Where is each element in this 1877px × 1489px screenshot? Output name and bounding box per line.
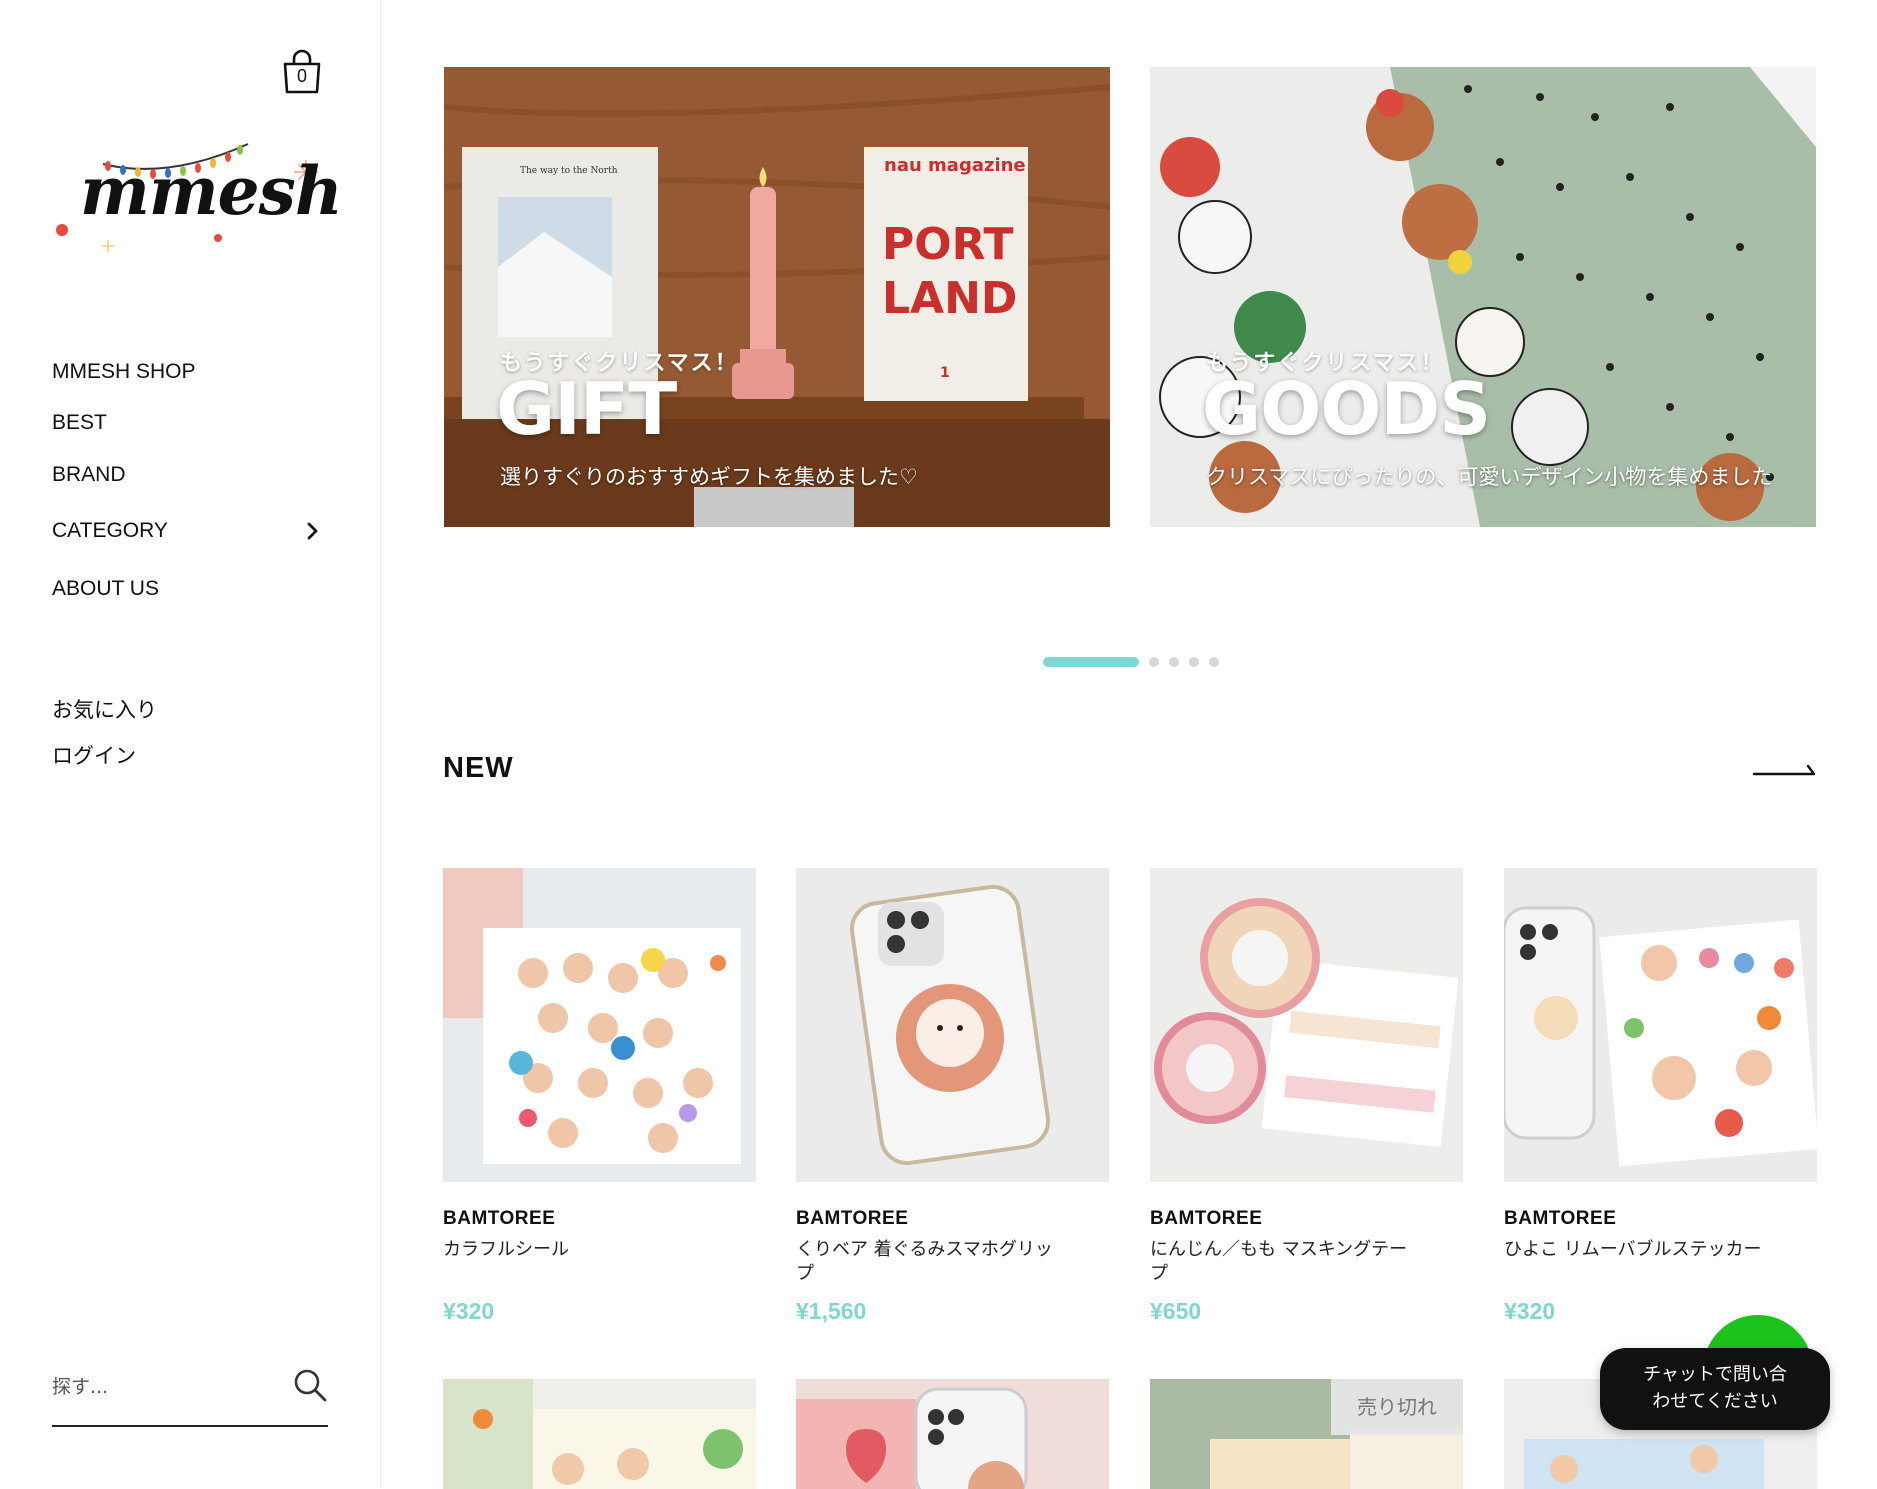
- product-brand: BAMTOREE: [796, 1208, 909, 1229]
- section-title-new: NEW: [443, 752, 514, 784]
- search-input[interactable]: [52, 1367, 272, 1407]
- logo[interactable]: mmesh: [48, 130, 343, 260]
- carousel-dot-2[interactable]: [1149, 657, 1159, 667]
- login-link[interactable]: ログイン: [52, 740, 136, 770]
- product-price: ¥320: [443, 1298, 495, 1324]
- nav-item-category-label: CATEGORY: [52, 519, 168, 542]
- banner-goods-title: GOODS: [1202, 367, 1491, 451]
- nav-item-best[interactable]: BEST: [52, 411, 107, 435]
- gift-banner-image: nau magazine PORT LAND 1 The way to the …: [444, 67, 1110, 527]
- nav-item-brand[interactable]: BRAND: [52, 463, 126, 487]
- book-right-title-2: LAND: [882, 273, 1017, 324]
- product-image: [1504, 868, 1817, 1182]
- book-right-title-1: PORT: [882, 219, 1014, 270]
- product-price: ¥320: [1504, 1298, 1556, 1324]
- chat-button-label: チャットで問い合 わせてください: [1600, 1361, 1830, 1415]
- book-right-header: nau magazine: [884, 155, 1026, 176]
- product-name[interactable]: カラフルシール: [443, 1238, 713, 1262]
- goods-banner-image: [1150, 67, 1816, 527]
- chat-button[interactable]: チャットで問い合 わせてください: [1600, 1348, 1830, 1430]
- favorites-link[interactable]: お気に入り: [52, 694, 157, 724]
- product-brand: BAMTOREE: [1150, 1208, 1263, 1229]
- product-card[interactable]: [796, 1379, 1109, 1489]
- arrow-right-icon[interactable]: [1752, 758, 1816, 782]
- banner-goods[interactable]: もうすぐクリスマス！ GOODS クリスマスにぴったりの、可愛いデザイン小物を集…: [1150, 67, 1816, 527]
- nav-item-mmesh-shop[interactable]: MMESH SHOP: [52, 360, 196, 384]
- carousel-dot-5[interactable]: [1209, 657, 1219, 667]
- chevron-right-icon: [307, 522, 318, 540]
- product-name[interactable]: くりベア 着ぐるみスマホグリップ: [796, 1238, 1066, 1286]
- product-name[interactable]: にんじん／もも マスキングテープ: [1150, 1238, 1420, 1286]
- book-right-number: 1: [940, 365, 950, 381]
- banner-gift-title: GIFT: [496, 367, 677, 451]
- product-brand: BAMTOREE: [1504, 1208, 1617, 1229]
- product-brand: BAMTOREE: [443, 1208, 556, 1229]
- carousel-dot-3[interactable]: [1169, 657, 1179, 667]
- product-image: [796, 868, 1109, 1182]
- banner-goods-description: クリスマスにぴったりの、可愛いデザイン小物を集めました: [1206, 465, 1773, 489]
- cart-count: 0: [296, 66, 307, 86]
- carousel-dot-4[interactable]: [1189, 657, 1199, 667]
- chat-label-line-1: チャットで問い合: [1643, 1364, 1787, 1385]
- product-image: [796, 1379, 1109, 1489]
- banner-gift-description: 選りすぐりのおすすめギフトを集めました♡: [500, 465, 918, 489]
- sidebar: 0 mmesh MMESH SHOP BEST BRAND CATEGORY A…: [0, 0, 381, 1487]
- product-name[interactable]: ひよこ リムーバブルステッカー: [1504, 1238, 1774, 1262]
- product-card[interactable]: [443, 1379, 756, 1489]
- product-image: [443, 868, 756, 1182]
- product-price: ¥650: [1150, 1298, 1202, 1324]
- chat-label-line-2: わせてください: [1652, 1391, 1778, 1412]
- banner-gift[interactable]: nau magazine PORT LAND 1 The way to the …: [444, 67, 1110, 527]
- logo-text: mmesh: [80, 152, 343, 230]
- sidebar-search: [52, 1357, 328, 1427]
- cart-button[interactable]: 0: [280, 48, 324, 96]
- sold-out-badge: 売り切れ: [1331, 1379, 1463, 1435]
- product-image: [443, 1379, 756, 1489]
- product-price: ¥1,560: [796, 1298, 867, 1324]
- nav-item-about-us[interactable]: ABOUT US: [52, 577, 159, 601]
- book-left-title: The way to the North: [520, 166, 618, 176]
- carousel-dot-1[interactable]: [1043, 657, 1139, 667]
- product-image: [1150, 868, 1463, 1182]
- search-icon[interactable]: [292, 1367, 328, 1403]
- product-card[interactable]: 売り切れ: [1150, 1379, 1463, 1489]
- nav-item-category[interactable]: CATEGORY: [52, 519, 322, 543]
